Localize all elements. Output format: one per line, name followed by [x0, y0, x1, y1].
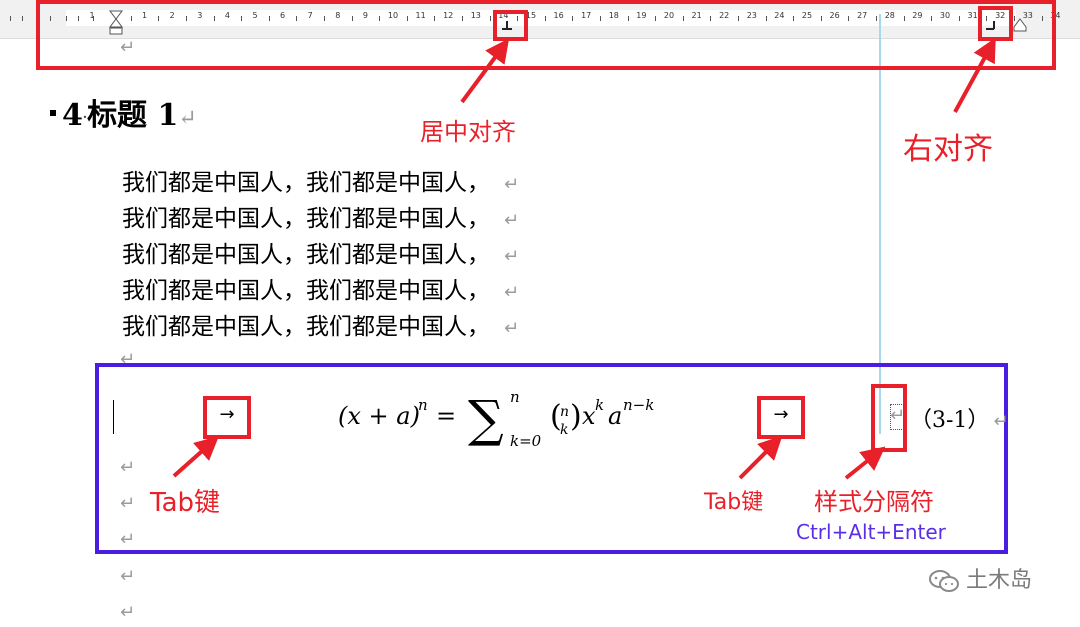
- wechat-icon: [929, 570, 959, 592]
- eq-binom-paren-r: ): [570, 399, 582, 434]
- equation-binomial[interactable]: (x + a) n = ∑ n k=0 ( n k ) x k a n−k: [338, 384, 678, 454]
- eq-lhs: (x + a): [338, 402, 420, 430]
- eq-a-exponent: n−k: [623, 396, 654, 414]
- body-text: 我们都是中国人，我们都是中国人，: [122, 278, 490, 304]
- eq-a: a: [608, 402, 622, 430]
- heading-number: 4: [62, 98, 83, 133]
- paragraph-mark: ↵: [120, 457, 136, 478]
- eq-sum-lower: k=0: [510, 432, 542, 450]
- equation-number-text: （3-1）: [910, 408, 990, 433]
- eq-equals: =: [436, 402, 456, 430]
- paragraph-mark: ↵: [120, 37, 136, 58]
- right-tab-highlight-box: [978, 6, 1013, 41]
- equation-number[interactable]: （3-1） ↵: [910, 402, 1009, 434]
- eq-binom-bottom: k: [560, 422, 568, 438]
- paragraph-mark: ↵: [120, 529, 136, 550]
- paragraph-mark: ↵: [993, 411, 1009, 432]
- center-tab-highlight-box: [493, 10, 528, 41]
- tab-arrow-icon: →: [773, 404, 789, 425]
- ruler-tick: [10, 16, 11, 21]
- heading-bullet: [50, 110, 56, 116]
- paragraph-mark: ↵: [504, 246, 520, 267]
- watermark: 土木岛: [928, 562, 1032, 594]
- tab-key-label-1: Tab键: [150, 488, 221, 518]
- body-text: 我们都是中国人，我们都是中国人，: [122, 170, 490, 196]
- eq-x: x: [582, 402, 596, 430]
- center-align-label: 居中对齐: [420, 118, 516, 146]
- body-text: 我们都是中国人，我们都是中国人，: [122, 314, 490, 340]
- heading-text: 标题 1: [87, 98, 179, 133]
- ruler-highlight-box: [36, 0, 1056, 70]
- paragraph-mark: ↵: [120, 602, 136, 623]
- body-line[interactable]: 我们都是中国人，我们都是中国人， ↵: [122, 205, 519, 235]
- paragraph-mark: ↵: [120, 566, 136, 587]
- right-align-label: 右对齐: [903, 132, 993, 167]
- paragraph-mark: ↵: [504, 318, 520, 339]
- tab-key-label-2: Tab键: [704, 490, 764, 515]
- eq-binom-top: n: [560, 404, 569, 420]
- paragraph-mark: ↵: [504, 210, 520, 231]
- body-text: 我们都是中国人，我们都是中国人，: [122, 206, 490, 232]
- body-line[interactable]: 我们都是中国人，我们都是中国人， ↵: [122, 241, 519, 271]
- eq-sum-upper: n: [510, 388, 520, 406]
- eq-lhs-exponent: n: [418, 396, 428, 414]
- paragraph-mark: ↵: [504, 174, 520, 195]
- body-line[interactable]: 我们都是中国人，我们都是中国人， ↵: [122, 277, 519, 307]
- tab-arrow-icon: →: [219, 404, 235, 425]
- text-caret: [113, 400, 114, 434]
- shortcut-label: Ctrl+Alt+Enter: [796, 520, 946, 544]
- paragraph-mark: ↵: [504, 282, 520, 303]
- body-line[interactable]: 我们都是中国人，我们都是中国人， ↵: [122, 169, 519, 199]
- body-text: 我们都是中国人，我们都是中国人，: [122, 242, 490, 268]
- eq-x-exponent: k: [595, 396, 604, 414]
- eq-sum-symbol: ∑: [468, 390, 504, 448]
- paragraph-mark: ↵: [178, 106, 197, 131]
- paragraph-mark: ↵: [120, 493, 136, 514]
- paragraph-mark: ↵: [890, 405, 906, 426]
- body-line[interactable]: 我们都是中国人，我们都是中国人， ↵: [122, 313, 519, 343]
- style-separator-label: 样式分隔符: [814, 488, 934, 516]
- heading-1[interactable]: 4·标题 1↵: [50, 96, 197, 139]
- watermark-text: 土木岛: [966, 568, 1033, 593]
- ruler-tick: [22, 16, 23, 21]
